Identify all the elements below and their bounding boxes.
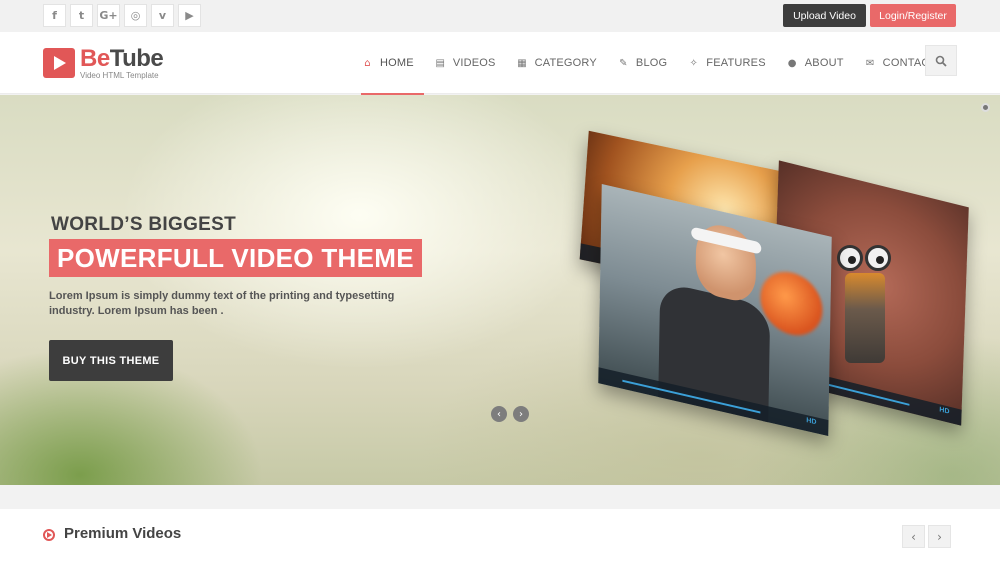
edit-icon: ✎	[619, 57, 628, 69]
nav-item-features[interactable]: ✧ FEATURES	[677, 32, 775, 94]
google-plus-icon[interactable]: G+	[97, 4, 120, 27]
vimeo-icon[interactable]: v	[151, 4, 174, 27]
nav-item-about[interactable]: ● ABOUT	[776, 32, 854, 94]
top-bar: f t G+ ◎ v ▶ Upload Video Login/Register	[0, 0, 1000, 32]
logo-name: BeTube	[80, 45, 164, 72]
chevron-left-icon[interactable]: ‹	[902, 525, 925, 548]
magic-wand-icon: ✧	[689, 57, 699, 69]
film-icon: ▤	[435, 57, 446, 69]
upload-video-button[interactable]: Upload Video	[783, 4, 866, 27]
facebook-icon[interactable]: f	[43, 4, 66, 27]
grid-icon: ▦	[517, 57, 527, 69]
slider-pagination-dot[interactable]	[981, 103, 990, 112]
arrow-right-icon[interactable]: ›	[513, 406, 529, 422]
youtube-icon[interactable]: ▶	[178, 4, 201, 27]
nav-item-category[interactable]: ▦ CATEGORY	[506, 32, 607, 94]
login-register-button[interactable]: Login/Register	[870, 4, 956, 27]
home-icon: ⌂	[364, 57, 371, 69]
instagram-icon[interactable]: ◎	[124, 4, 147, 27]
hero-subtitle: WORLD’S BIGGEST	[51, 214, 236, 235]
main-header: BeTube Video HTML Template ⌂ HOME ▤ VIDEOS…	[0, 32, 1000, 95]
section-title: Premium Videos	[64, 525, 182, 542]
buy-theme-button[interactable]: BUY THIS THEME	[49, 340, 173, 381]
arrow-left-icon[interactable]: ‹	[491, 406, 507, 422]
search-icon	[935, 55, 947, 67]
hero-title: POWERFULL VIDEO THEME	[49, 239, 422, 277]
play-logo-icon	[43, 48, 75, 78]
twitter-icon[interactable]: t	[70, 4, 93, 27]
search-button[interactable]	[925, 45, 957, 76]
logo-tagline: Video HTML Template	[80, 71, 159, 80]
user-icon: ●	[787, 57, 797, 69]
nav-item-videos[interactable]: ▤ VIDEOS	[424, 32, 506, 94]
site-logo[interactable]: BeTube Video HTML Template	[43, 45, 164, 81]
play-circle-icon	[43, 529, 55, 541]
hero-description: Lorem Ipsum is simply dummy text of the …	[49, 290, 395, 317]
nav-item-blog[interactable]: ✎ BLOG	[607, 32, 677, 94]
hero-slider: WORLD’S BIGGEST POWERFULL VIDEO THEME Lo…	[0, 95, 1000, 485]
slider-arrows: ‹ ›	[491, 406, 529, 422]
robot-figure	[835, 245, 895, 385]
premium-videos-section: Premium Videos ‹ ›	[0, 509, 1000, 562]
main-nav: ⌂ HOME ▤ VIDEOS ▦ CATEGORY ✎ BLOG ✧ FEATURES …	[351, 32, 946, 95]
envelope-icon: ✉	[865, 57, 875, 69]
social-links: f t G+ ◎ v ▶	[43, 4, 201, 27]
carousel-arrows: ‹ ›	[902, 525, 951, 548]
chevron-right-icon[interactable]: ›	[928, 525, 951, 548]
nav-item-home[interactable]: ⌂ HOME	[351, 32, 424, 95]
